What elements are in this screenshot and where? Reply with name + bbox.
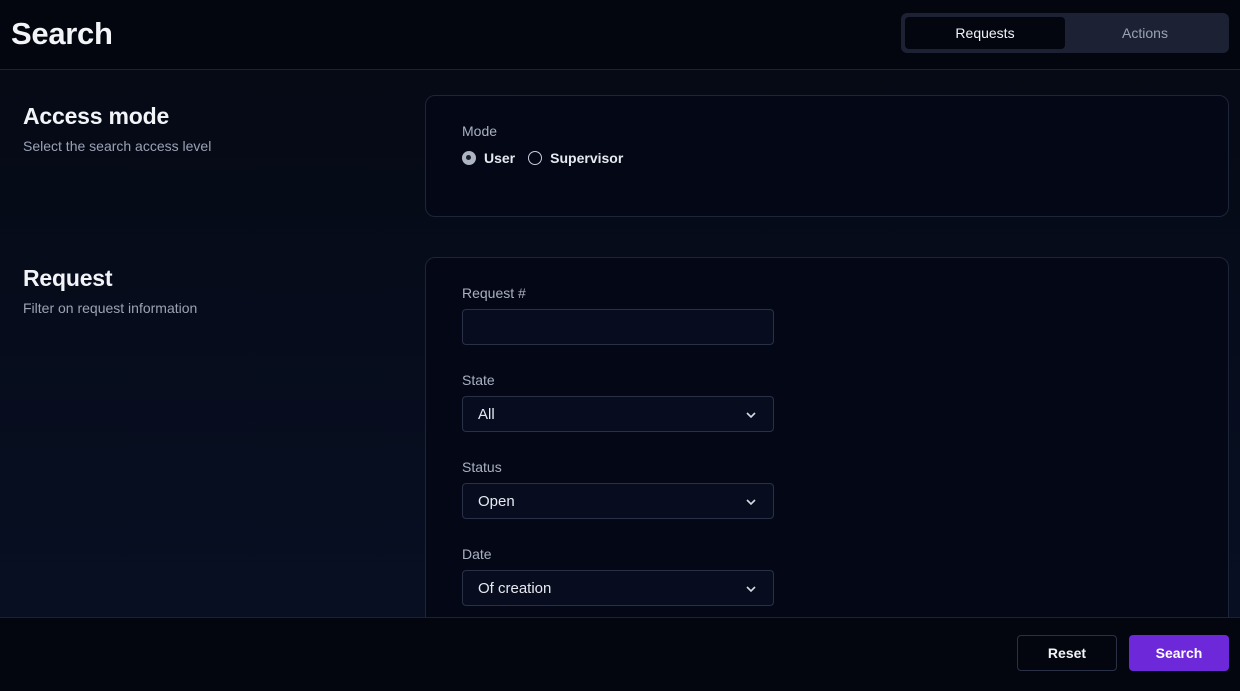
header-bar: Search Requests Actions [0,0,1240,70]
date-label: Date [462,546,492,562]
request-title: Request [23,265,113,291]
radio-user-label[interactable]: User [484,150,515,166]
reset-button[interactable]: Reset [1017,635,1117,671]
date-select[interactable]: Of creation [462,570,774,606]
tab-requests[interactable]: Requests [905,17,1065,49]
tab-actions[interactable]: Actions [1065,17,1225,49]
radio-unchecked-icon[interactable] [528,151,543,165]
page-title: Search [11,16,113,51]
search-button[interactable]: Search [1129,635,1229,671]
request-card: Request # State All Status Open Date Of … [425,257,1229,637]
request-header: Request Filter on request information [23,265,197,316]
action-footer: Reset Search [0,617,1240,691]
mode-radio-group: User Supervisor [462,150,636,166]
status-value: Open [478,492,515,510]
access-mode-description: Select the search access level [23,138,212,154]
request-number-input[interactable] [462,309,774,345]
radio-supervisor[interactable]: Supervisor [528,150,623,166]
search-page: Search Requests Actions Access mode Sele… [0,0,1240,691]
status-label: Status [462,459,502,475]
state-value: All [478,405,495,423]
access-mode-header: Access mode Select the search access lev… [23,103,211,154]
mode-label: Mode [462,123,498,139]
radio-checked-icon[interactable] [462,151,476,165]
request-description: Filter on request information [23,300,198,316]
chevron-down-icon [746,412,756,419]
state-label: State [462,372,495,388]
date-value: Of creation [478,579,552,597]
radio-user[interactable]: User [462,150,515,166]
access-mode-card: Mode User Supervisor [425,95,1229,217]
chevron-down-icon [746,499,756,506]
request-number-label: Request # [462,285,526,301]
access-mode-title: Access mode [23,103,170,129]
view-tabs: Requests Actions [901,13,1229,53]
chevron-down-icon [746,586,756,593]
radio-supervisor-label[interactable]: Supervisor [550,150,623,166]
status-select[interactable]: Open [462,483,774,519]
state-select[interactable]: All [462,396,774,432]
